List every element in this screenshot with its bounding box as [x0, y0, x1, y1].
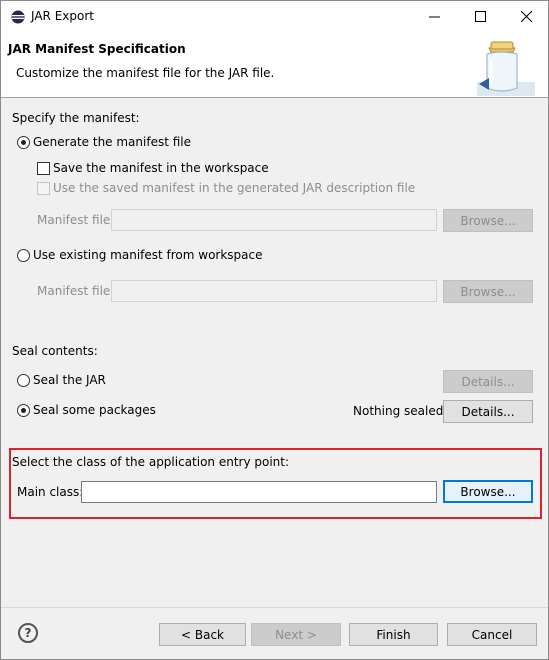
use-saved-manifest-checkbox — [37, 182, 50, 195]
jar-icon — [477, 41, 535, 96]
existing-manifest-file-field — [111, 280, 437, 302]
window-title: JAR Export — [31, 9, 94, 23]
help-icon[interactable]: ? — [18, 623, 38, 643]
use-saved-manifest-label: Use the saved manifest in the generated … — [53, 181, 416, 195]
maximize-icon[interactable] — [457, 1, 503, 32]
minimize-icon[interactable] — [411, 1, 457, 32]
footer-separator — [1, 607, 548, 608]
page-description: Customize the manifest file for the JAR … — [16, 66, 275, 80]
seal-jar-label[interactable]: Seal the JAR — [33, 373, 106, 387]
finish-button[interactable]: Finish — [349, 623, 438, 646]
existing-manifest-file-label: Manifest file: — [37, 284, 115, 298]
next-button: Next > — [251, 623, 341, 646]
seal-status-text: Nothing sealed — [353, 404, 444, 418]
seal-packages-details-button[interactable]: Details... — [443, 400, 533, 423]
wizard-banner: JAR Manifest Specification Customize the… — [1, 32, 548, 98]
jar-export-dialog: JAR Export JAR Manifest Specification Cu… — [0, 0, 549, 660]
cancel-button[interactable]: Cancel — [447, 623, 537, 646]
use-existing-manifest-radio[interactable] — [17, 249, 30, 262]
entry-point-label: Select the class of the application entr… — [12, 455, 290, 469]
use-existing-manifest-label[interactable]: Use existing manifest from workspace — [33, 248, 263, 262]
main-class-browse-button[interactable]: Browse... — [443, 480, 533, 503]
manifest-file-label: Manifest file: — [37, 213, 115, 227]
seal-contents-label: Seal contents: — [12, 344, 98, 358]
generate-manifest-label[interactable]: Generate the manifest file — [33, 135, 191, 149]
title-bar: JAR Export — [1, 1, 548, 32]
main-class-label: Main class: — [17, 485, 84, 499]
eclipse-app-icon — [11, 10, 25, 24]
main-class-input[interactable] — [81, 481, 437, 503]
manifest-file-field — [111, 209, 437, 231]
seal-jar-radio[interactable] — [17, 374, 30, 387]
generate-manifest-radio[interactable] — [17, 136, 30, 149]
seal-some-packages-label[interactable]: Seal some packages — [33, 403, 156, 417]
page-title: JAR Manifest Specification — [8, 42, 186, 56]
manifest-browse-button: Browse... — [443, 209, 533, 232]
specify-manifest-label: Specify the manifest: — [12, 111, 140, 125]
back-button[interactable]: < Back — [159, 623, 246, 646]
seal-jar-details-button: Details... — [443, 370, 533, 393]
save-manifest-checkbox[interactable] — [37, 162, 50, 175]
close-icon[interactable] — [503, 1, 549, 32]
existing-manifest-browse-button: Browse... — [443, 280, 533, 303]
seal-some-packages-radio[interactable] — [17, 404, 30, 417]
save-manifest-label[interactable]: Save the manifest in the workspace — [53, 161, 269, 175]
